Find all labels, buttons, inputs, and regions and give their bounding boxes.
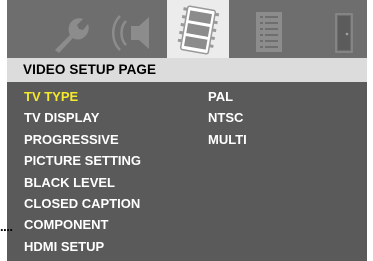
callout-leader: .... [0,219,13,234]
page-title: VIDEO SETUP PAGE [7,58,367,82]
document-icon [256,12,282,52]
menu-item-component[interactable]: COMPONENT [24,214,141,235]
menu-item-hdmi-setup[interactable]: HDMI SETUP [24,236,141,257]
setup-menu-panel: VIDEO SETUP PAGE TV TYPE TV DISPLAY PROG… [7,0,367,261]
door-icon [335,13,353,53]
menu-item-closed-caption[interactable]: CLOSED CAPTION [24,193,141,214]
tab-video-setup[interactable] [167,0,229,58]
setup-menu-list: TV TYPE TV DISPLAY PROGRESSIVE PICTURE S… [24,86,141,257]
option-pal[interactable]: PAL [208,86,247,107]
menu-item-picture-setting[interactable]: PICTURE SETTING [24,150,141,171]
menu-item-tv-type[interactable]: TV TYPE [24,86,141,107]
film-icon [177,5,220,55]
menu-item-tv-display[interactable]: TV DISPLAY [24,107,141,128]
menu-item-black-level[interactable]: BLACK LEVEL [24,172,141,193]
speaker-icon [112,15,149,51]
option-multi[interactable]: MULTI [208,129,247,150]
tab-preference-setup[interactable] [254,10,284,54]
option-ntsc[interactable]: NTSC [208,107,247,128]
tab-exit[interactable] [333,12,355,54]
setup-tab-bar [7,0,367,58]
menu-item-progressive[interactable]: PROGRESSIVE [24,129,141,150]
tab-audio-setup[interactable] [111,12,157,54]
wrench-icon [55,18,89,53]
tv-type-options: PAL NTSC MULTI [208,86,247,150]
tab-general-setup[interactable] [51,14,91,54]
